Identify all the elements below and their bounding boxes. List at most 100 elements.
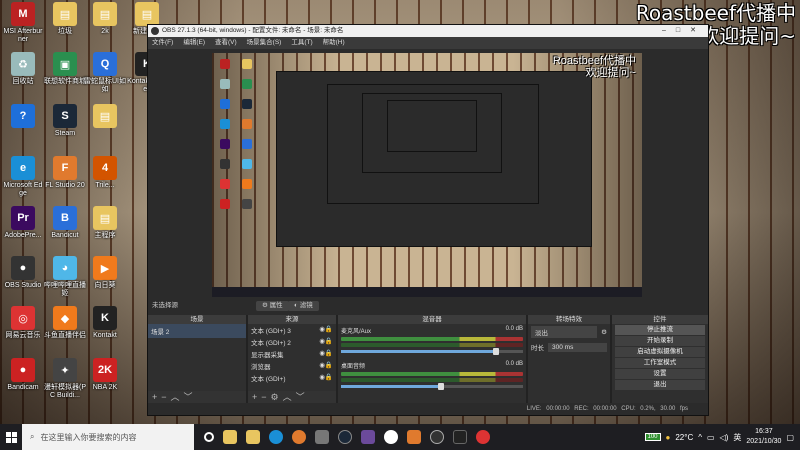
desktop-icon[interactable]: ▤ 2k — [84, 2, 126, 36]
desktop-icon[interactable]: F FL Studio 20 — [44, 156, 86, 190]
eye-icon[interactable]: ◉🔒 — [319, 337, 333, 347]
app-icon: ▣ — [53, 52, 77, 76]
desktop-icon[interactable]: K Kontakt — [84, 306, 126, 340]
desktop-icon[interactable]: e Microsoft Edge — [2, 156, 44, 198]
controls-header: 控件 — [612, 315, 708, 324]
filters-button[interactable]: ◐ 滤镜 — [288, 301, 319, 311]
temperature[interactable]: 22°C — [675, 433, 693, 442]
studio-mode-button[interactable]: 工作室模式 — [615, 358, 705, 368]
gear-icon[interactable]: ⚙ — [601, 328, 607, 336]
source-item[interactable]: 浏览器 ◉🔒 — [248, 360, 336, 372]
window-controls[interactable]: –□✕ — [662, 25, 706, 37]
app-icon[interactable] — [315, 430, 329, 444]
desktop-icon-label: 哔哩哔哩直播姬 — [44, 282, 86, 297]
eye-icon[interactable]: ◉🔒 — [319, 325, 333, 335]
source-item[interactable]: 显示器采集 ◉🔒 — [248, 348, 336, 360]
desktop-icon[interactable]: ▤ 主程序 — [84, 206, 126, 240]
folder-icon[interactable] — [246, 430, 260, 444]
duration-input[interactable]: 300 ms — [548, 342, 607, 352]
obs-window[interactable]: OBS 27.1.3 (64-bit, windows) - 配置文件: 未命名… — [147, 24, 709, 416]
desktop-icon[interactable]: ▤ 垃圾 — [44, 2, 86, 36]
clock-time: 16:37 — [755, 428, 773, 435]
source-item[interactable]: 文本 (GDI+) 3 ◉🔒 — [248, 324, 336, 336]
netease-icon[interactable] — [476, 430, 490, 444]
eye-icon[interactable]: ◉🔒 — [319, 349, 333, 359]
app-icon: ✦ — [53, 358, 77, 382]
sources-toolbar[interactable]: +−⚙︿﹀ — [248, 391, 336, 403]
desktop-icon-label: 漫轩模拟器(PC Buildi... — [44, 384, 86, 399]
task-view-icon[interactable] — [204, 432, 214, 442]
source-item[interactable]: 文本 (GDI+) ◉🔒 — [248, 372, 336, 384]
transition-select[interactable]: 淡出 — [531, 326, 598, 338]
menu-help[interactable]: 帮助(H) — [323, 37, 345, 49]
file-explorer-icon[interactable] — [223, 430, 237, 444]
desktop-icon[interactable]: ● OBS Studio — [2, 256, 44, 290]
desktop-icon[interactable]: 4 Trile... — [84, 156, 126, 190]
volume-slider[interactable] — [341, 348, 523, 355]
desktop-icon[interactable]: ▣ 联想软件商城 — [44, 52, 86, 86]
taskbar-apps — [204, 430, 490, 444]
desktop-icon[interactable]: ◆ 斗鱼直播伴侣 — [44, 306, 86, 340]
desktop-icon[interactable]: M MSI Afterburner — [2, 2, 44, 44]
properties-button[interactable]: ⚙ 属性 — [256, 301, 289, 311]
desktop-icon[interactable]: B Bandicut — [44, 206, 86, 240]
input-language[interactable]: 英 — [733, 432, 741, 443]
desktop-icon[interactable]: ? — [2, 104, 44, 130]
transition-type-row: 淡出 ⚙ — [528, 324, 610, 340]
desktop-icon[interactable]: ♻ 回收站 — [2, 52, 44, 86]
app-icon[interactable] — [453, 430, 467, 444]
desktop-icon[interactable]: ◎ 网易云音乐 — [2, 306, 44, 340]
transitions-panel: 转场特效 淡出 ⚙ 时长 300 ms — [528, 315, 610, 403]
virtual-camera-button[interactable]: 启动虚拟摄像机 — [615, 347, 705, 357]
app-icon: ▤ — [93, 2, 117, 26]
desktop-icon[interactable]: ▶ 向日葵 — [84, 256, 126, 290]
desktop-icon[interactable]: Pr AdobePre... — [2, 206, 44, 240]
settings-button[interactable]: 设置 — [615, 369, 705, 379]
desktop-icon[interactable]: S Steam — [44, 104, 86, 138]
desktop-icon[interactable]: Q 雷蛇鼠标UI如如 — [84, 52, 126, 94]
scene-item[interactable]: 场景 2 — [148, 324, 246, 338]
start-button[interactable] — [0, 424, 22, 450]
volume-icon[interactable]: ◁) — [720, 433, 729, 442]
desktop-icon[interactable]: ◕ 哔哩哔哩直播姬 — [44, 256, 86, 298]
weather-icon[interactable]: ● — [666, 433, 671, 442]
notification-icon[interactable]: ▢ — [786, 433, 794, 442]
transition-duration-row: 时长 300 ms — [528, 340, 610, 354]
source-item[interactable]: 文本 (GDI+) 2 ◉🔒 — [248, 336, 336, 348]
desktop-icon[interactable]: ✦ 漫轩模拟器(PC Buildi... — [44, 358, 86, 400]
menu-edit[interactable]: 编辑(E) — [183, 37, 205, 49]
app-icon[interactable] — [407, 430, 421, 444]
menu-tools[interactable]: 工具(T) — [291, 37, 312, 49]
source-toolbar: 未选择源 ⚙ 属性 ◐ 滤镜 — [148, 299, 708, 313]
edge-icon[interactable] — [269, 430, 283, 444]
no-source-label: 未选择源 — [152, 302, 178, 309]
steam-icon[interactable] — [338, 430, 352, 444]
google-icon[interactable] — [384, 430, 398, 444]
stop-streaming-button[interactable]: 停止推流 — [615, 325, 705, 335]
firefox-icon[interactable] — [292, 430, 306, 444]
chevron-up-icon[interactable]: ^ — [698, 433, 702, 442]
obs-preview[interactable]: Roastbeef代播中 欢迎提问~ — [212, 53, 642, 297]
eye-icon[interactable]: ◉🔒 — [319, 373, 333, 383]
exit-button[interactable]: 退出 — [615, 380, 705, 390]
desktop-icon[interactable]: ▤ — [84, 104, 126, 130]
volume-slider[interactable] — [341, 383, 523, 390]
battery-icon[interactable]: 100 — [644, 433, 661, 441]
desktop-icon[interactable]: 2K NBA 2K — [84, 358, 126, 392]
start-recording-button[interactable]: 开始录制 — [615, 336, 705, 346]
scenes-toolbar[interactable]: +−︿﹀ — [148, 391, 246, 403]
app-icon[interactable] — [361, 430, 375, 444]
obs-icon[interactable] — [430, 430, 444, 444]
obs-titlebar[interactable]: OBS 27.1.3 (64-bit, windows) - 配置文件: 未命名… — [148, 25, 708, 37]
source-label: 浏览器 — [251, 364, 271, 371]
eye-icon[interactable]: ◉🔒 — [319, 361, 333, 371]
network-icon[interactable]: ▭ — [707, 433, 715, 442]
menu-file[interactable]: 文件(F) — [152, 37, 173, 49]
taskbar-search[interactable]: ⌕ 在这里输入你要搜索的内容 — [22, 424, 194, 450]
menu-view[interactable]: 查看(V) — [215, 37, 237, 49]
app-icon: ● — [11, 256, 35, 280]
menu-scene-collection[interactable]: 场景集合(S) — [247, 37, 282, 49]
clock[interactable]: 16:37 2021/10/30 — [746, 427, 781, 447]
desktop-icon[interactable]: ● Bandicam — [2, 358, 44, 392]
app-icon: ▤ — [93, 206, 117, 230]
